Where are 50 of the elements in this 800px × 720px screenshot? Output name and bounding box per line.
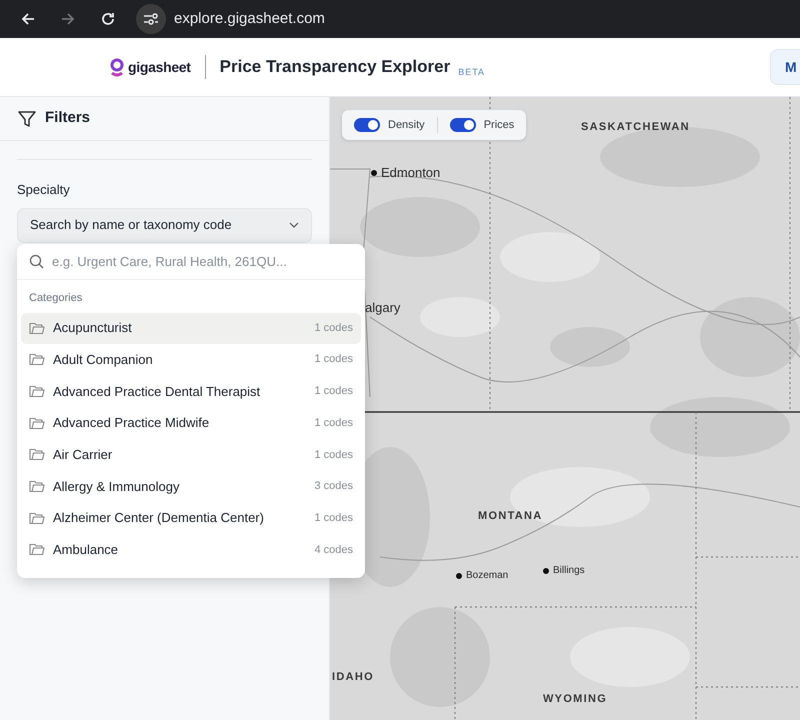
filters-heading: Filters	[45, 108, 90, 128]
category-item[interactable]: Acupuncturist 1 codes	[21, 312, 361, 344]
toggle-label: Density	[388, 118, 425, 133]
city-label: Edmonton	[381, 164, 440, 182]
category-item[interactable]: Adult Companion 1 codes	[21, 344, 361, 376]
category-item[interactable]: Alzheimer Center (Dementia Center) 1 codes	[21, 502, 361, 534]
folder-icon	[29, 448, 45, 462]
forward-arrow-icon	[60, 11, 76, 27]
folder-icon	[29, 384, 45, 398]
chevron-down-icon	[289, 222, 299, 228]
region-label: MONTANA	[478, 509, 542, 524]
folder-icon	[29, 416, 45, 430]
categories-heading: Categories	[28, 291, 84, 306]
gigasheet-logo-icon	[110, 58, 124, 76]
beta-label: BETA	[458, 66, 486, 80]
filter-icon	[17, 108, 37, 128]
city-label: algary	[365, 299, 400, 317]
category-item[interactable]: Ambulance 4 codes	[21, 534, 361, 566]
search-icon	[29, 254, 44, 269]
back-arrow-icon	[20, 11, 36, 27]
city-dot-icon	[456, 572, 462, 578]
brand-name: gigasheet	[128, 58, 191, 77]
region-label: SASKATCHEWAN	[581, 120, 690, 135]
toggle-switch[interactable]	[450, 118, 476, 132]
specialty-label: Specialty	[17, 181, 71, 199]
category-item[interactable]: Allergy & Immunology 3 codes	[21, 470, 361, 502]
specialty-search-field[interactable]: e.g. Urgent Care, Rural Health, 261QU...	[52, 252, 342, 272]
sliders-icon	[143, 12, 159, 26]
category-item[interactable]: Advanced Practice Dental Therapist 1 codes	[21, 376, 361, 407]
folder-icon	[29, 480, 45, 493]
header-button[interactable]: M	[770, 49, 800, 85]
page-title: Price Transparency Explorer	[220, 56, 450, 78]
reload-icon	[100, 11, 116, 27]
city-label: Billings	[553, 564, 585, 578]
address-bar-url[interactable]: explore.gigasheet.com	[174, 8, 325, 30]
city-dot-icon	[543, 568, 549, 574]
folder-icon	[29, 512, 45, 525]
city-dot-icon	[371, 170, 377, 176]
region-label: WYOMING	[543, 692, 608, 707]
region-label: IDAHO	[332, 670, 374, 685]
category-item[interactable]: Air Carrier 1 codes	[21, 439, 361, 470]
city-label: Bozeman	[466, 569, 508, 583]
folder-icon	[29, 353, 45, 366]
folder-icon	[29, 322, 45, 334]
folder-icon	[29, 543, 45, 556]
toggle-switch[interactable]	[354, 118, 380, 132]
site-settings-button[interactable]	[136, 4, 166, 34]
specialty-select[interactable]: Search by name or taxonomy code	[17, 208, 312, 242]
toggle-label: Prices	[484, 118, 514, 133]
category-item[interactable]: Advanced Practice Midwife 1 codes	[21, 408, 361, 439]
